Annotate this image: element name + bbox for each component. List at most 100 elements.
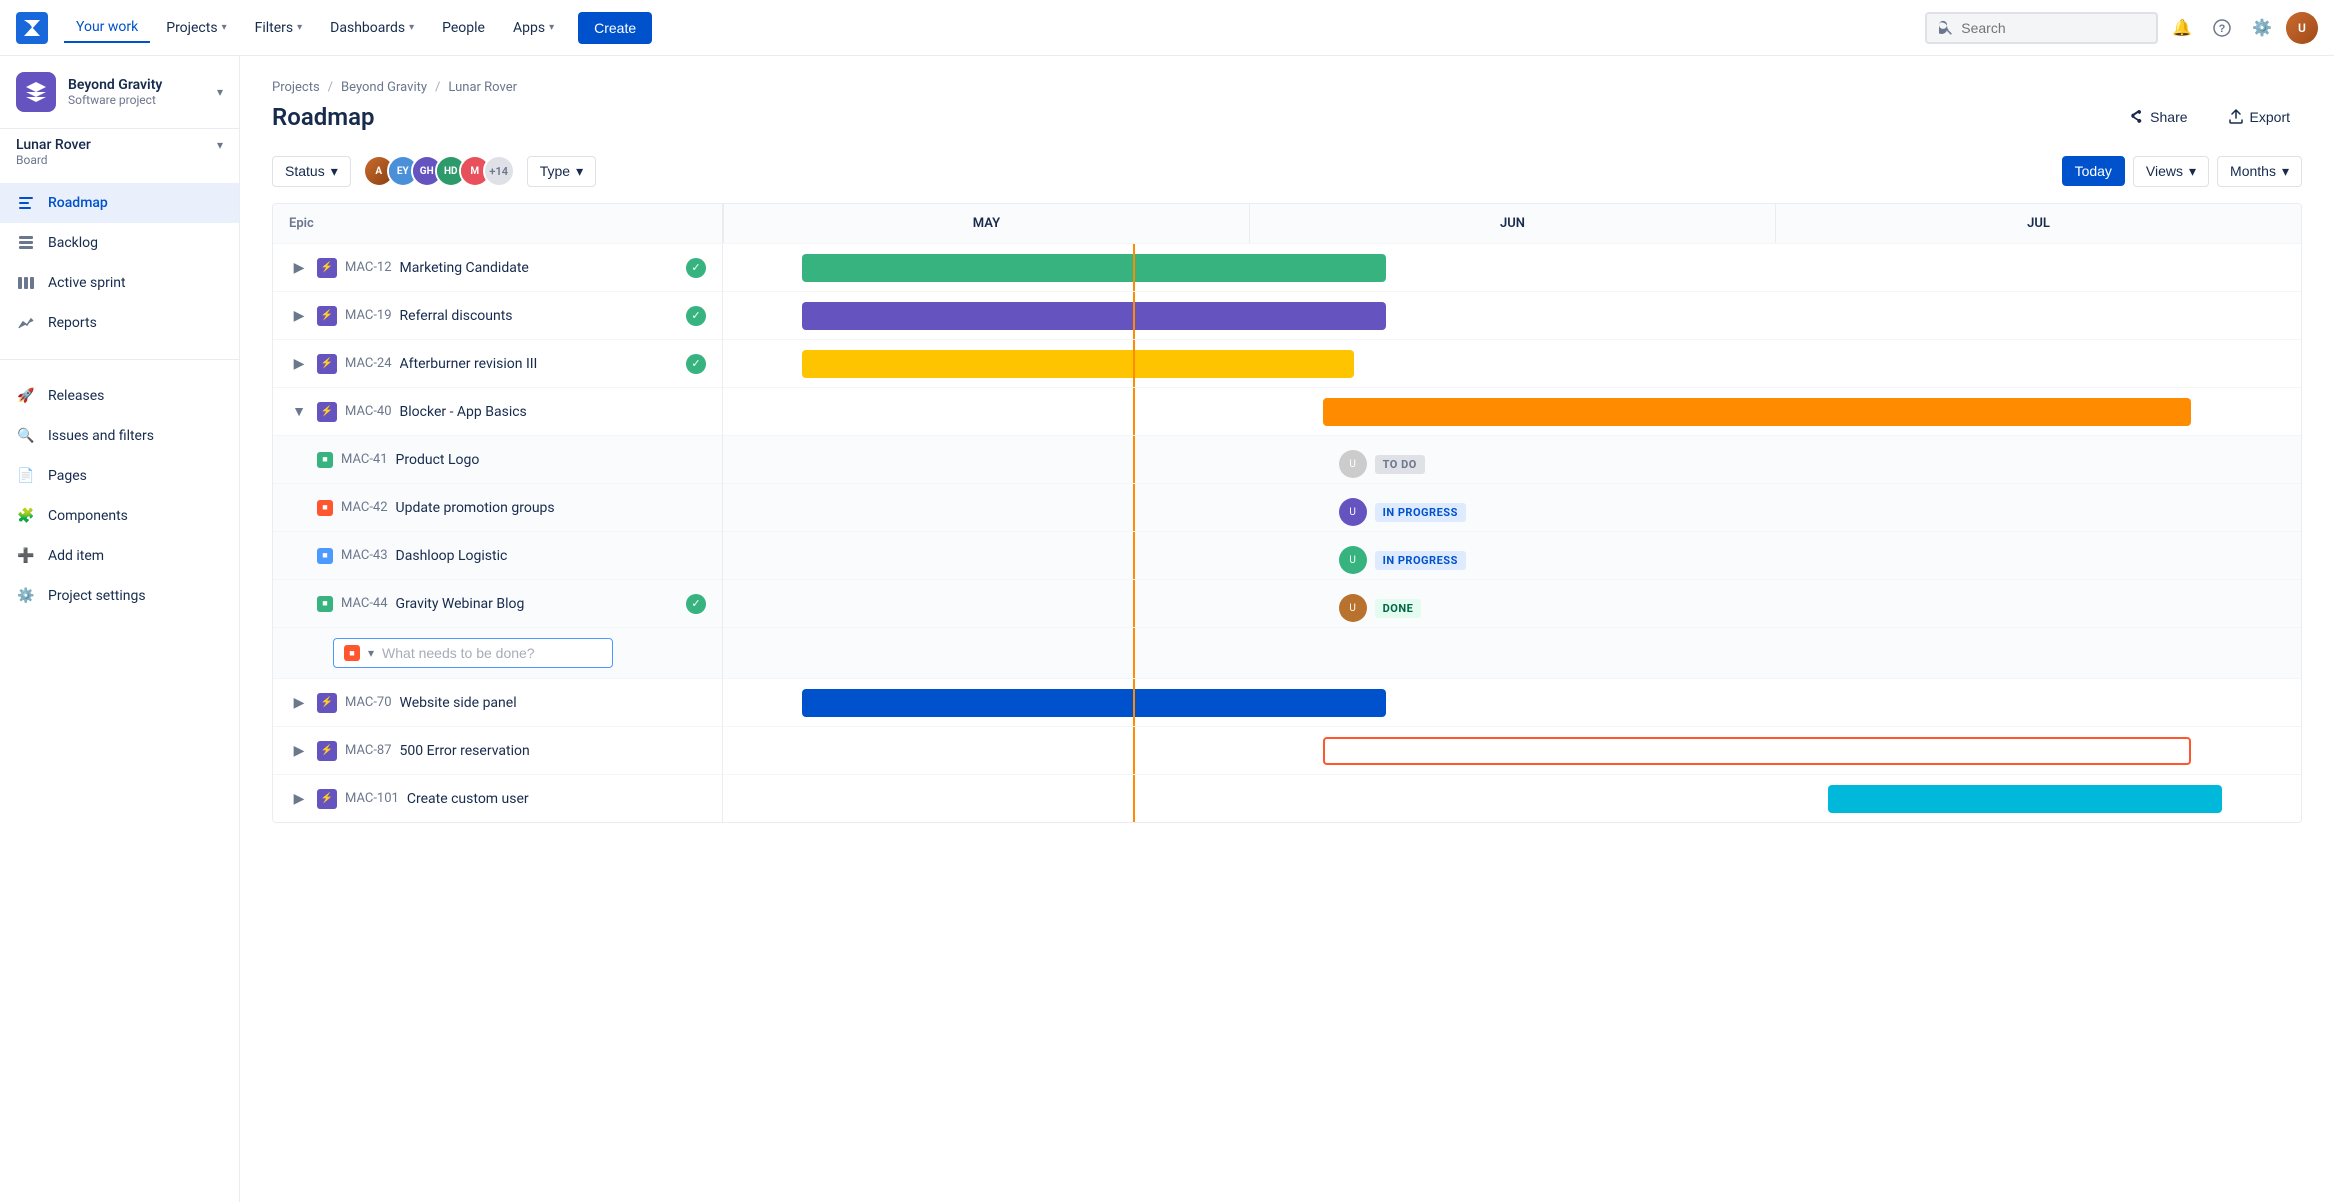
sidebar-board-item[interactable]: Lunar Rover ▾ <box>0 129 239 153</box>
help-button[interactable]: ? <box>2206 12 2238 44</box>
expand-mac70-icon[interactable]: ▶ <box>289 693 309 713</box>
export-icon <box>2228 109 2244 125</box>
nav-logo[interactable] <box>16 12 48 44</box>
gantt-row-mac19 <box>723 291 2301 339</box>
roadmap-icon <box>16 193 36 213</box>
table-row[interactable]: ■ MAC-41 Product Logo <box>273 435 723 483</box>
share-button[interactable]: Share <box>2116 103 2199 131</box>
status-badge-mac41: TO DO <box>1375 455 1425 474</box>
sidebar-item-backlog[interactable]: Backlog <box>0 223 239 263</box>
months-button[interactable]: Months ▾ <box>2217 156 2302 187</box>
issue-icon-mac42: ■ <box>317 500 333 516</box>
table-row[interactable]: ▶ ⚡ MAC-12 Marketing Candidate ✓ <box>273 243 723 291</box>
sidebar-item-add[interactable]: ➕ Add item <box>0 536 239 576</box>
nav-filters[interactable]: Filters ▾ <box>243 14 315 42</box>
status-filter-button[interactable]: Status ▾ <box>272 156 351 187</box>
today-indicator <box>1133 340 1135 387</box>
row-key-mac24: MAC-24 <box>345 356 392 371</box>
create-button[interactable]: Create <box>578 12 652 44</box>
row-key-mac40: MAC-40 <box>345 404 392 419</box>
roadmap-grid: Epic MAY JUN JUL ▶ ⚡ MAC-12 Marketing Ca… <box>273 204 2301 822</box>
sidebar-item-reports[interactable]: Reports <box>0 303 239 343</box>
expand-mac24-icon[interactable]: ▶ <box>289 354 309 374</box>
row-key-mac19: MAC-19 <box>345 308 392 323</box>
avatar-mac41: U <box>1339 450 1367 478</box>
search-icon <box>1939 20 1953 36</box>
share-icon <box>2128 109 2144 125</box>
table-row[interactable]: ■ MAC-42 Update promotion groups <box>273 483 723 531</box>
row-name-mac43: Dashloop Logistic <box>396 548 706 564</box>
user-avatar[interactable]: U <box>2286 12 2318 44</box>
today-button[interactable]: Today <box>2062 156 2125 186</box>
months-chevron-icon: ▾ <box>2282 163 2289 180</box>
timeline-header: MAY JUN JUL <box>723 204 2301 243</box>
table-row[interactable]: ▼ ⚡ MAC-40 Blocker - App Basics <box>273 387 723 435</box>
issues-icon: 🔍 <box>16 426 36 446</box>
nav-people[interactable]: People <box>430 14 497 42</box>
breadcrumb-board[interactable]: Lunar Rover <box>448 80 517 95</box>
type-filter-button[interactable]: Type ▾ <box>527 156 596 187</box>
today-indicator <box>1133 727 1135 774</box>
gantt-row-mac44: U DONE <box>723 579 2301 627</box>
breadcrumb-project[interactable]: Beyond Gravity <box>341 80 427 95</box>
expand-mac101-icon[interactable]: ▶ <box>289 789 309 809</box>
views-chevron-icon: ▾ <box>2189 163 2196 180</box>
table-row[interactable]: ▶ ⚡ MAC-24 Afterburner revision III ✓ <box>273 339 723 387</box>
done-check-mac19: ✓ <box>686 306 706 326</box>
sidebar-item-roadmap[interactable]: Roadmap <box>0 183 239 223</box>
gantt-bar-mac40 <box>1323 398 2191 426</box>
settings-button[interactable]: ⚙️ <box>2246 12 2278 44</box>
sidebar-item-components[interactable]: 🧩 Components <box>0 496 239 536</box>
project-icon <box>16 72 56 112</box>
sidebar-divider <box>0 359 239 360</box>
sidebar-item-releases[interactable]: 🚀 Releases <box>0 376 239 416</box>
gantt-bar-mac87 <box>1323 737 2191 765</box>
sidebar-project[interactable]: Beyond Gravity Software project ▾ <box>0 56 239 129</box>
issue-icon-mac41: ■ <box>317 452 333 468</box>
search-container[interactable] <box>1925 12 2158 44</box>
today-indicator <box>1133 532 1135 579</box>
nav-dashboards[interactable]: Dashboards ▾ <box>318 14 426 42</box>
row-key-mac70: MAC-70 <box>345 695 392 710</box>
nav-apps[interactable]: Apps ▾ <box>501 14 566 42</box>
sidebar-item-pages[interactable]: 📄 Pages <box>0 456 239 496</box>
nav-projects[interactable]: Projects ▾ <box>154 14 238 42</box>
sidebar-item-settings[interactable]: ⚙️ Project settings <box>0 576 239 616</box>
expand-mac87-icon[interactable]: ▶ <box>289 741 309 761</box>
table-row[interactable]: ▶ ⚡ MAC-70 Website side panel <box>273 678 723 726</box>
expand-mac19-icon[interactable]: ▶ <box>289 306 309 326</box>
avatar-count[interactable]: +14 <box>483 155 515 187</box>
gantt-row-mac70 <box>723 678 2301 726</box>
row-name-mac44: Gravity Webinar Blog <box>396 596 678 612</box>
breadcrumb-projects[interactable]: Projects <box>272 80 320 95</box>
row-key-mac101: MAC-101 <box>345 791 399 806</box>
row-name-mac101: Create custom user <box>407 791 706 807</box>
new-item-input[interactable] <box>382 645 602 661</box>
apps-chevron-icon: ▾ <box>549 22 554 33</box>
expand-mac12-icon[interactable]: ▶ <box>289 258 309 278</box>
new-item-row[interactable]: ■ ▾ <box>273 627 723 678</box>
status-chevron-icon: ▾ <box>331 163 338 180</box>
epic-icon-mac70: ⚡ <box>317 693 337 713</box>
page-title: Roadmap <box>272 103 374 131</box>
search-input[interactable] <box>1961 20 2144 36</box>
table-row[interactable]: ▶ ⚡ MAC-101 Create custom user <box>273 774 723 822</box>
epic-icon-mac24: ⚡ <box>317 354 337 374</box>
table-row[interactable]: ▶ ⚡ MAC-87 500 Error reservation <box>273 726 723 774</box>
expand-mac40-icon[interactable]: ▼ <box>289 402 309 422</box>
new-item-icon: ■ <box>344 645 360 661</box>
sidebar-item-active-sprint[interactable]: Active sprint <box>0 263 239 303</box>
notifications-button[interactable]: 🔔 <box>2166 12 2198 44</box>
gantt-row-mac24 <box>723 339 2301 387</box>
gantt-bar-mac101 <box>1828 785 2223 813</box>
table-row[interactable]: ■ MAC-44 Gravity Webinar Blog ✓ <box>273 579 723 627</box>
nav-your-work[interactable]: Your work <box>64 13 150 43</box>
views-button[interactable]: Views ▾ <box>2133 156 2209 187</box>
new-item-container[interactable]: ■ ▾ <box>333 638 613 668</box>
avatar-mac44: U <box>1339 594 1367 622</box>
row-key-mac87: MAC-87 <box>345 743 392 758</box>
sidebar-item-issues[interactable]: 🔍 Issues and filters <box>0 416 239 456</box>
table-row[interactable]: ▶ ⚡ MAC-19 Referral discounts ✓ <box>273 291 723 339</box>
export-button[interactable]: Export <box>2216 103 2302 131</box>
table-row[interactable]: ■ MAC-43 Dashloop Logistic <box>273 531 723 579</box>
